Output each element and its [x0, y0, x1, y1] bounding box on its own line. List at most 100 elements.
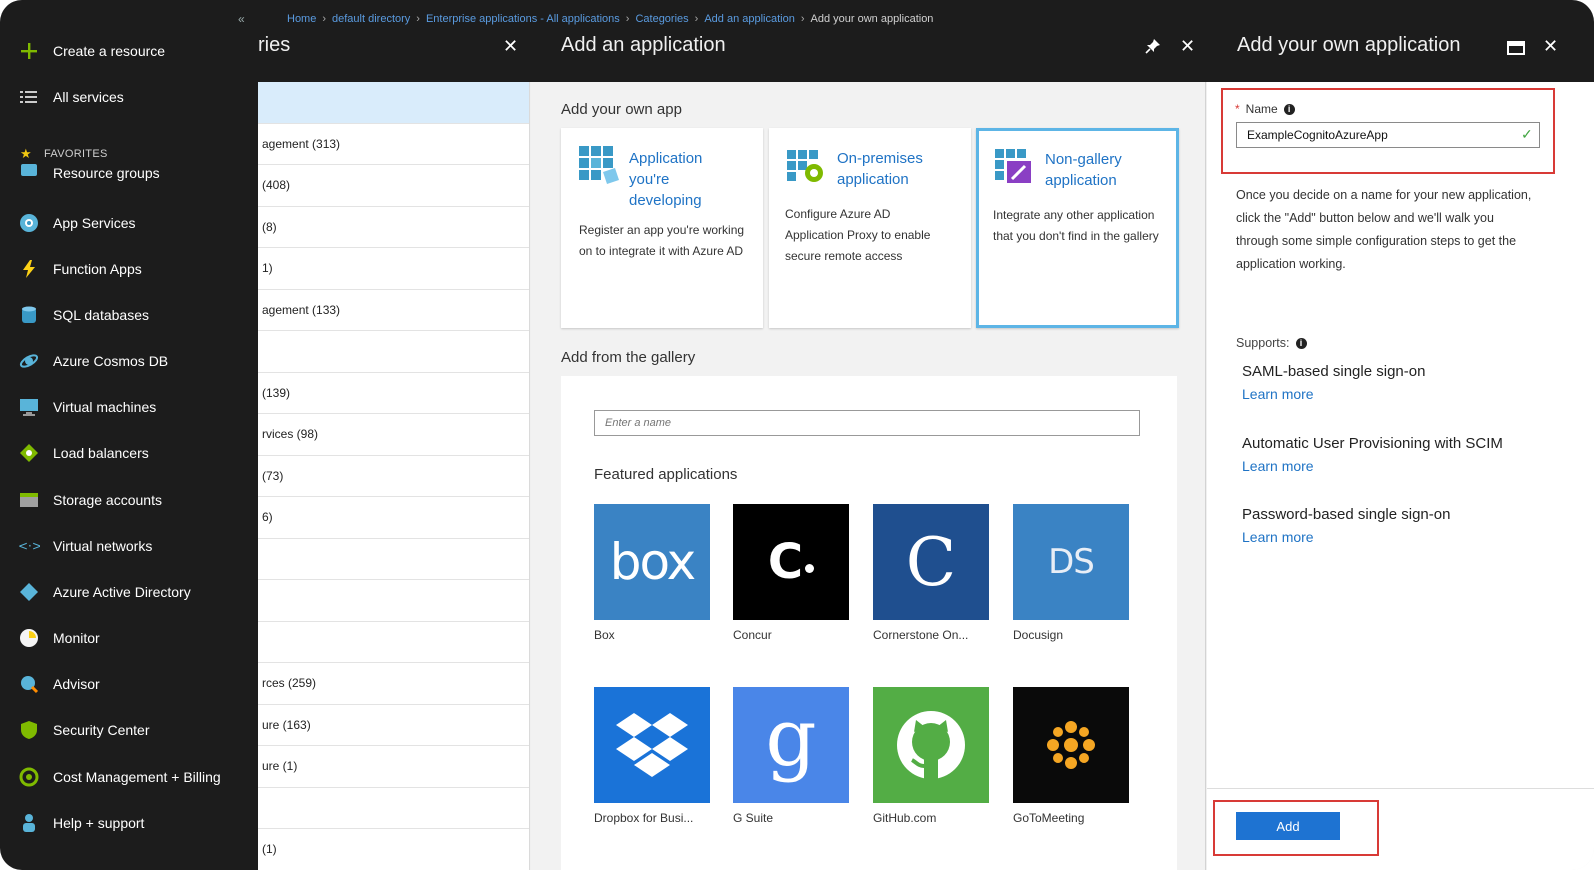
- app-tile-label: Concur: [733, 628, 772, 642]
- sidebar-item-advisor[interactable]: Advisor: [18, 670, 100, 698]
- app-tile-docusign[interactable]: DS: [1013, 504, 1129, 620]
- learn-more-link[interactable]: Learn more: [1242, 529, 1314, 545]
- gallery-search-input[interactable]: [594, 410, 1140, 436]
- info-icon[interactable]: i: [1295, 338, 1307, 350]
- sidebar-item-load-balancers[interactable]: Load balancers: [18, 439, 149, 467]
- sidebar-item-security-center[interactable]: Security Center: [18, 716, 149, 744]
- sidebar-item-label: All services: [53, 89, 124, 105]
- app-tile-box[interactable]: box: [594, 504, 710, 620]
- category-row[interactable]: 6): [258, 497, 529, 539]
- sidebar-item-all-services[interactable]: All services: [18, 83, 124, 111]
- function-apps-icon: [18, 258, 40, 280]
- category-row[interactable]: [258, 539, 529, 580]
- category-row[interactable]: 1): [258, 248, 529, 290]
- own-app-description: Once you decide on a name for your new a…: [1236, 188, 1532, 271]
- card-description: Integrate any other application that you…: [993, 208, 1159, 243]
- category-row[interactable]: [258, 82, 529, 124]
- sidebar-item-monitor[interactable]: Monitor: [18, 624, 100, 652]
- breadcrumb-categories[interactable]: Categories: [635, 13, 688, 25]
- category-row[interactable]: [258, 622, 529, 663]
- name-label: * Name i: [1235, 102, 1295, 116]
- category-row[interactable]: ure (1): [258, 746, 529, 788]
- sidebar-item-label: Azure Cosmos DB: [53, 353, 169, 369]
- category-row[interactable]: ure (163): [258, 705, 529, 746]
- sidebar-item-function-apps[interactable]: Function Apps: [18, 255, 142, 283]
- name-input[interactable]: [1236, 122, 1540, 148]
- category-row[interactable]: [258, 788, 529, 829]
- category-row[interactable]: agement (133): [258, 290, 529, 331]
- add-button[interactable]: Add: [1236, 812, 1340, 840]
- category-row[interactable]: [258, 580, 529, 622]
- breadcrumb-add-application[interactable]: Add an application: [704, 13, 795, 25]
- concur-logo: C: [768, 534, 815, 590]
- category-row[interactable]: rces (259): [258, 663, 529, 705]
- sidebar-item-create-resource[interactable]: Create a resource: [18, 37, 165, 65]
- sidebar-item-label: Security Center: [53, 722, 150, 738]
- virtual-machines-icon: [18, 396, 40, 418]
- gsuite-logo: g: [765, 691, 817, 784]
- learn-more-link[interactable]: Learn more: [1242, 386, 1314, 402]
- list-icon: [18, 86, 40, 108]
- breadcrumb-enterprise-applications[interactable]: Enterprise applications - All applicatio…: [426, 13, 620, 25]
- category-row[interactable]: (139): [258, 373, 529, 414]
- advisor-icon: [18, 673, 40, 695]
- app-tile-github[interactable]: [873, 687, 989, 803]
- box-logo: box: [609, 533, 696, 591]
- close-icon[interactable]: ✕: [1543, 36, 1558, 57]
- sidebar-item-sql-databases[interactable]: SQL databases: [18, 301, 149, 329]
- category-row[interactable]: (73): [258, 456, 529, 497]
- sidebar-item-resource-groups[interactable]: Resource groups: [18, 163, 160, 181]
- close-icon[interactable]: ✕: [503, 36, 518, 57]
- maximize-icon[interactable]: [1507, 39, 1525, 60]
- sidebar-item-app-services[interactable]: App Services: [18, 209, 135, 237]
- cornerstone-logo: C: [905, 523, 957, 601]
- storage-accounts-icon: [18, 489, 40, 511]
- breadcrumb-home[interactable]: Home: [287, 13, 316, 25]
- sidebar-item-label: Virtual machines: [53, 399, 157, 415]
- category-row[interactable]: [258, 331, 529, 373]
- footer-divider: [1207, 788, 1594, 789]
- category-row[interactable]: (1): [258, 829, 529, 870]
- sidebar-item-cosmos-db[interactable]: Azure Cosmos DB: [18, 347, 168, 375]
- sidebar-item-label: Cost Management + Billing: [53, 769, 221, 785]
- collapse-sidebar-icon[interactable]: «: [238, 12, 245, 26]
- add-application-panel: Add your own app Application you're deve…: [531, 82, 1206, 870]
- sidebar-item-virtual-machines[interactable]: Virtual machines: [18, 393, 156, 421]
- app-tile-label: Dropbox for Busi...: [594, 811, 694, 825]
- app-tile-gotomeeting[interactable]: [1013, 687, 1129, 803]
- plus-icon: [18, 40, 40, 62]
- required-marker: *: [1235, 102, 1240, 116]
- breadcrumb-separator: ›: [625, 13, 630, 25]
- app-tile-cornerstone[interactable]: C: [873, 504, 989, 620]
- learn-more-link[interactable]: Learn more: [1242, 458, 1314, 474]
- category-row[interactable]: (408): [258, 165, 529, 207]
- app-tile-dropbox[interactable]: [594, 687, 710, 803]
- card-on-premises[interactable]: On-premises application Configure Azure …: [769, 128, 971, 328]
- category-row[interactable]: (8): [258, 207, 529, 248]
- svg-text:<·>: <·>: [18, 539, 40, 553]
- sidebar-item-active-directory[interactable]: Azure Active Directory: [18, 578, 191, 606]
- category-row[interactable]: rvices (98): [258, 414, 529, 456]
- breadcrumb-current: Add your own application: [810, 13, 934, 25]
- sidebar-item-label: SQL databases: [53, 307, 149, 323]
- sidebar-item-storage-accounts[interactable]: Storage accounts: [18, 486, 162, 514]
- favorites-header: ★ FAVORITES: [20, 146, 108, 162]
- card-application-developing[interactable]: Application you're developing Register a…: [561, 128, 763, 328]
- breadcrumb-separator: ›: [322, 13, 327, 25]
- sidebar-item-label: Help + support: [53, 815, 145, 831]
- add-own-application-panel-title: Add your own application: [1237, 34, 1461, 56]
- featured-apps-title: Featured applications: [594, 466, 738, 483]
- sidebar-item-cost-management[interactable]: Cost Management + Billing: [18, 763, 221, 791]
- sidebar-item-label: Advisor: [53, 676, 100, 692]
- close-icon[interactable]: ✕: [1180, 36, 1195, 57]
- info-icon[interactable]: i: [1283, 104, 1295, 116]
- app-tile-gsuite[interactable]: g: [733, 687, 849, 803]
- sidebar-item-help-support[interactable]: Help + support: [18, 809, 144, 837]
- sidebar-item-virtual-networks[interactable]: <·> Virtual networks: [18, 532, 152, 560]
- breadcrumb-default-directory[interactable]: default directory: [332, 13, 410, 25]
- card-non-gallery[interactable]: Non-gallery application Integrate any ot…: [976, 128, 1179, 328]
- pin-icon[interactable]: [1145, 38, 1161, 59]
- app-tile-concur[interactable]: C: [733, 504, 849, 620]
- category-row[interactable]: agement (313): [258, 124, 529, 165]
- github-logo: [897, 711, 965, 780]
